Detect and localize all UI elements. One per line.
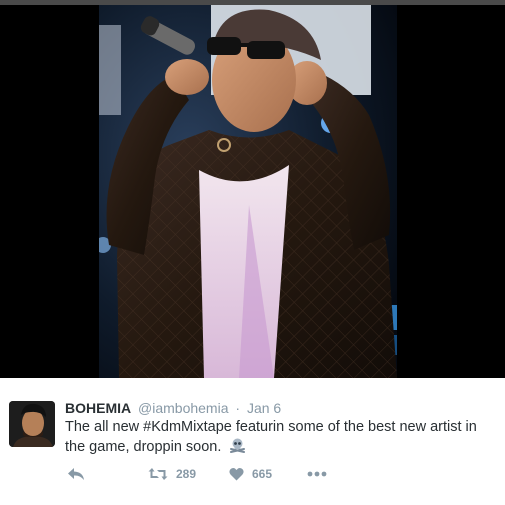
retweet-button[interactable]: 289 bbox=[148, 464, 196, 484]
avatar[interactable] bbox=[9, 401, 55, 447]
tweet-header: BOHEMIA @iambohemia · Jan 6 bbox=[65, 399, 281, 417]
more-button[interactable] bbox=[307, 464, 327, 484]
tweet-photo[interactable] bbox=[99, 5, 397, 378]
like-count: 665 bbox=[252, 467, 273, 481]
skull-and-crossbones-icon bbox=[229, 437, 246, 460]
like-button[interactable]: 665 bbox=[229, 464, 272, 484]
tweet-text: The all new #KdmMixtape featurin some of… bbox=[65, 418, 495, 460]
reply-button[interactable] bbox=[67, 464, 85, 484]
retweet-icon bbox=[148, 467, 168, 481]
heart-icon bbox=[229, 467, 244, 481]
avatar-image bbox=[9, 401, 55, 447]
tweet-media[interactable] bbox=[0, 5, 505, 378]
more-dots-icon bbox=[307, 471, 327, 477]
retweet-count: 289 bbox=[176, 467, 197, 481]
user-handle[interactable]: @iambohemia bbox=[138, 400, 228, 416]
timestamp[interactable]: Jan 6 bbox=[247, 400, 281, 416]
tweet-actions: 289 665 bbox=[65, 464, 495, 484]
tweet-card: BOHEMIA @iambohemia · Jan 6 The all new … bbox=[0, 378, 505, 505]
tweet-text-body: The all new #KdmMixtape featurin some of… bbox=[65, 419, 477, 455]
photo-performer-image bbox=[99, 5, 397, 378]
separator-dot: · bbox=[235, 400, 241, 416]
display-name[interactable]: BOHEMIA bbox=[65, 400, 131, 416]
reply-icon bbox=[67, 467, 85, 481]
